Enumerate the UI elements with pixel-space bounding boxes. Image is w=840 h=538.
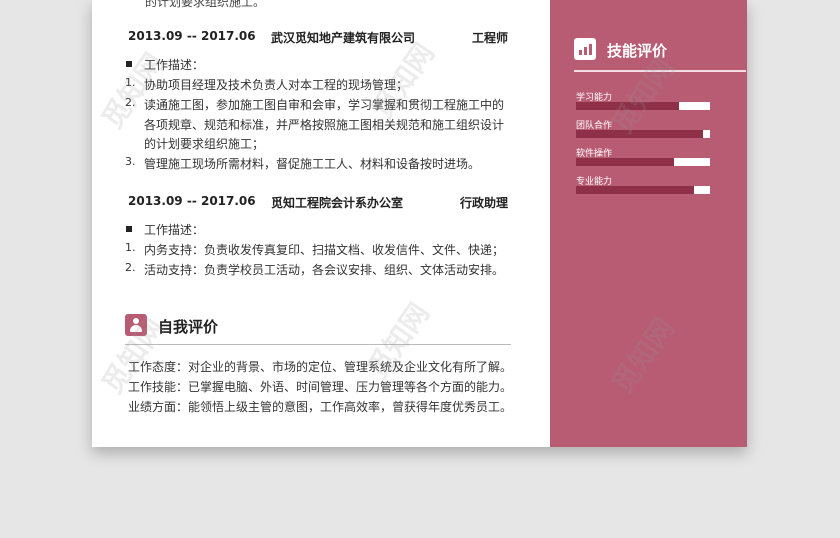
job-item-line: 内务支持：负责收发传真复印、扫描文档、收发信件、文件、快递；: [144, 243, 505, 257]
skill-bar-fill: [576, 186, 694, 194]
self-eval-header: 自我评价: [125, 314, 511, 346]
job-date: 2013.09 -- 2017.06: [128, 29, 256, 43]
job-item-line: 读通施工图，参加施工图自审和会审，学习掌握和贯彻工程施工中的: [144, 98, 505, 112]
skill-bar: [576, 186, 710, 194]
job-item-line: 管理施工现场所需材料，督促施工工人、材料和设备按时进场。: [144, 157, 481, 171]
skill-bar: [576, 130, 710, 138]
job-header: 2013.09 -- 2017.06 武汉觅知地产建筑有限公司 工程师: [128, 29, 508, 47]
job-role: 工程师: [471, 31, 508, 45]
self-eval-line: 工作态度：对企业的背景、市场的定位、管理系统及企业文化有所了解。: [128, 360, 513, 374]
bar-chart-icon: [574, 38, 596, 60]
list-number: 3.: [125, 155, 136, 168]
skill-bar: [576, 158, 710, 166]
job-company: 觅知工程院会计系办公室: [271, 196, 404, 210]
list-number: 2.: [125, 261, 136, 274]
cut-off-text: 的计划要求组织施工。: [145, 0, 266, 9]
job-date: 2013.09 -- 2017.06: [128, 194, 256, 208]
job-role: 行政助理: [459, 196, 508, 210]
job-item-line: 的计划要求组织施工；: [144, 137, 265, 151]
bullet-square: [126, 226, 132, 232]
section-divider: [125, 344, 511, 345]
job-desc-label: 工作描述：: [144, 223, 205, 237]
job-header: 2013.09 -- 2017.06 觅知工程院会计系办公室 行政助理: [128, 194, 508, 212]
job-item-line: 活动支持：负责学校员工活动，各会议安排、组织、文体活动安排。: [144, 263, 505, 277]
job-item-line: 各项规章、规范和标准，并严格按照施工图相关规范和施工组织设计: [144, 118, 505, 132]
list-number: 1.: [125, 241, 136, 254]
job-item-line: 协助项目经理及技术负责人对本工程的现场管理；: [144, 78, 409, 92]
self-eval-line: 业绩方面：能领悟上级主管的意图，工作高效率，曾获得年度优秀员工。: [128, 400, 513, 414]
job-company: 武汉觅知地产建筑有限公司: [271, 31, 416, 45]
self-eval-line: 工作技能：已掌握电脑、外语、时间管理、压力管理等各个方面的能力。: [128, 380, 513, 394]
skill-bar-fill: [576, 158, 674, 166]
